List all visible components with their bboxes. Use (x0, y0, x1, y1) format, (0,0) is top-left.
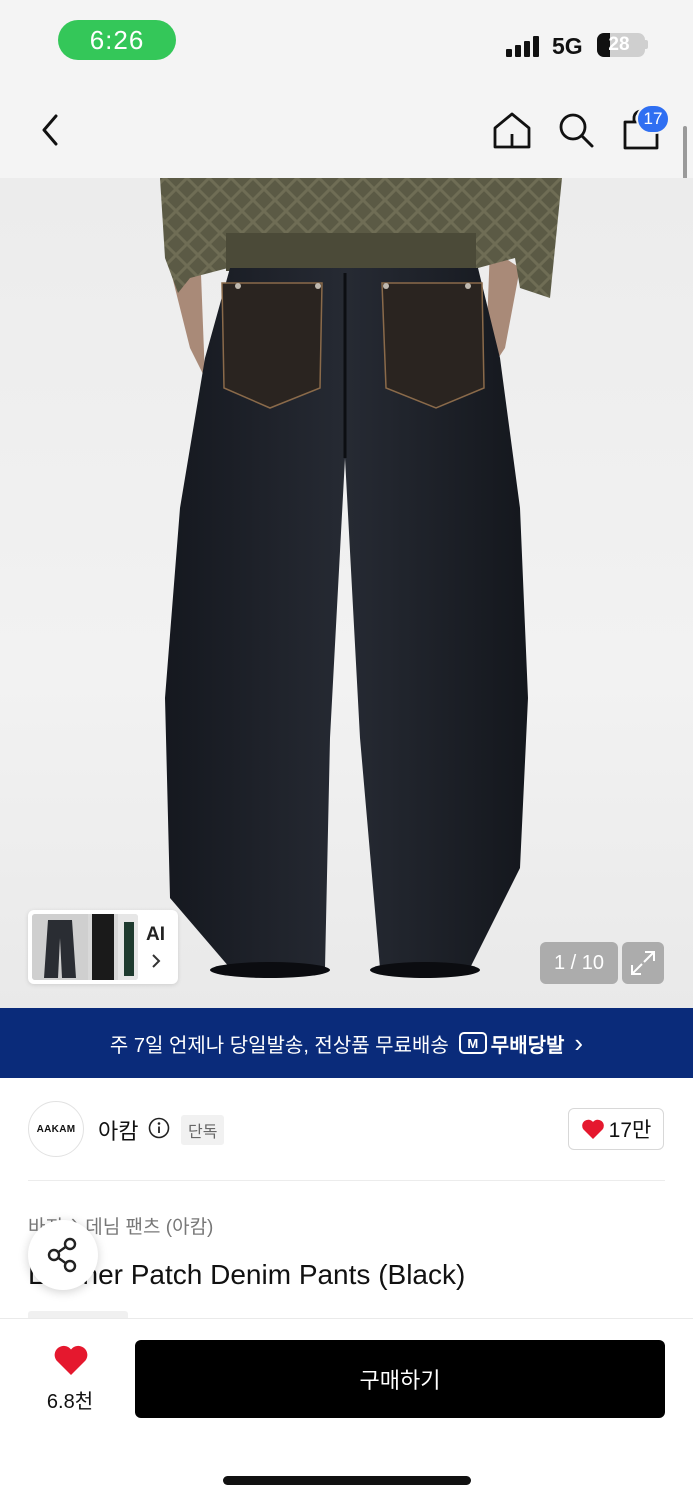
ai-styling-thumbnail[interactable]: AI (28, 910, 178, 984)
product-photo (160, 178, 562, 978)
home-icon[interactable] (490, 108, 534, 152)
banner-chevron-icon: › (574, 1027, 584, 1058)
cart-count-badge: 17 (636, 104, 670, 134)
battery-cap (645, 40, 648, 49)
wishlist-button[interactable] (36, 1344, 106, 1381)
heart-icon (581, 1119, 604, 1139)
signal-icon (506, 35, 539, 57)
share-button[interactable] (28, 1220, 98, 1290)
battery-level: 28 (608, 34, 630, 55)
thumbnail-image (32, 914, 138, 980)
battery-icon: 28 (597, 33, 645, 57)
status-time: 6:26 (58, 20, 176, 60)
info-icon[interactable] (148, 1117, 170, 1139)
top-navigation (0, 84, 693, 178)
delivery-brand: M 무배당발 (458, 1029, 565, 1058)
banner-text: 주 7일 언제나 당일발송, 전상품 무료배송 (109, 1034, 449, 1057)
brand-like-button[interactable]: 17만 (568, 1108, 664, 1150)
heart-icon (54, 1345, 88, 1375)
buy-button[interactable]: 구매하기 (135, 1340, 665, 1418)
brand-like-count: 17만 (608, 1119, 652, 1142)
share-icon (47, 1237, 77, 1273)
divider (28, 1180, 665, 1181)
free-shipping-banner[interactable]: 주 7일 언제나 당일발송, 전상품 무료배송 M 무배당발 › (0, 1008, 693, 1078)
delivery-brand-name: 무배당발 (490, 1034, 565, 1057)
home-indicator (223, 1476, 471, 1485)
status-bar: 6:26 5G 28 (0, 0, 693, 84)
delivery-logo-icon: M (458, 1032, 487, 1054)
chevron-right-icon (152, 954, 161, 968)
expand-icon (631, 951, 655, 975)
product-image[interactable] (0, 178, 693, 1008)
brand-name[interactable]: 아캄 (98, 1114, 138, 1146)
network-type: 5G (552, 33, 583, 59)
wishlist-count: 6.8천 (46, 1391, 94, 1413)
search-icon[interactable] (556, 110, 596, 150)
exclusive-badge: 단독 (181, 1115, 225, 1145)
expand-button[interactable] (622, 942, 664, 984)
breadcrumb-subcategory[interactable]: 데님 팬츠 (아캄) (85, 1212, 213, 1239)
brand-logo[interactable]: AAKAM (28, 1101, 84, 1157)
back-arrow-icon[interactable] (34, 110, 68, 150)
image-counter: 1 / 10 (540, 942, 618, 984)
ai-label: AI (146, 924, 165, 945)
